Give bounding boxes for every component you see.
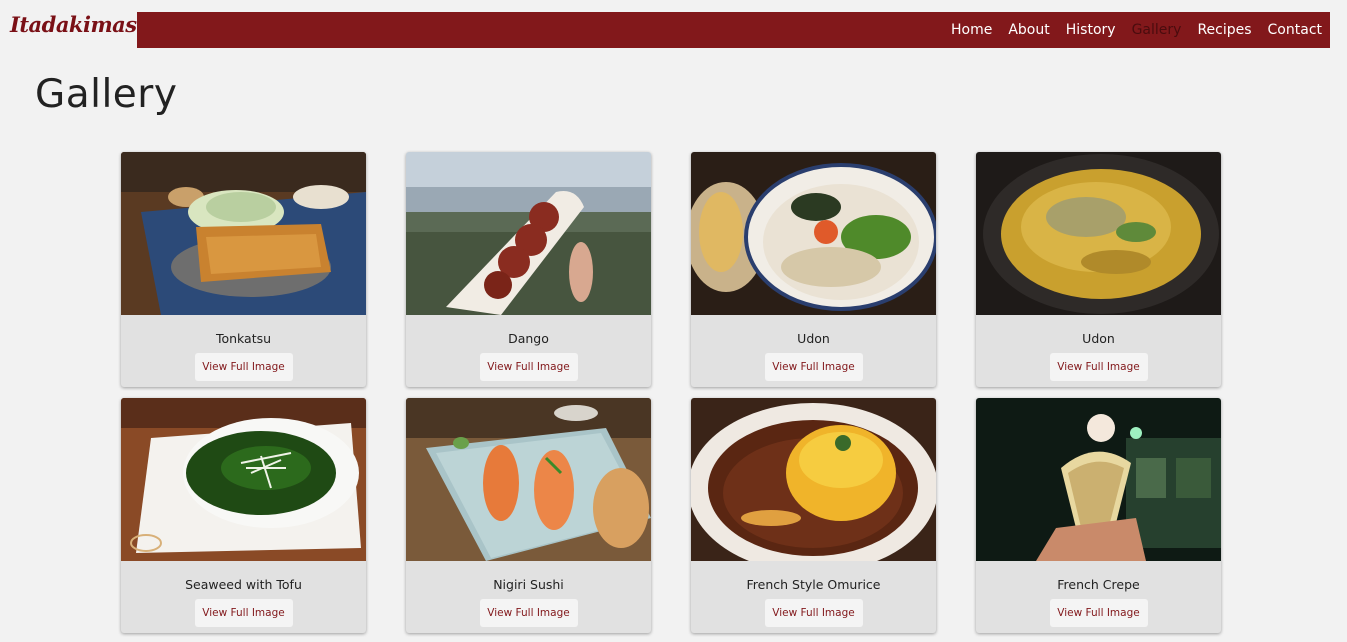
gallery-card: French Crepe View Full Image bbox=[976, 398, 1221, 633]
nav-contact[interactable]: Contact bbox=[1268, 22, 1322, 38]
nigiri-sushi-photo[interactable] bbox=[406, 398, 651, 561]
nav-recipes[interactable]: Recipes bbox=[1197, 22, 1251, 38]
view-full-image-button[interactable]: View Full Image bbox=[1049, 599, 1148, 627]
view-full-image-button[interactable]: View Full Image bbox=[479, 599, 578, 627]
card-caption: Udon bbox=[797, 331, 830, 346]
gallery-card: Seaweed with Tofu View Full Image bbox=[121, 398, 366, 633]
card-caption: Dango bbox=[508, 331, 549, 346]
navbar: Home About History Gallery Recipes Conta… bbox=[137, 12, 1330, 48]
page-title: Gallery bbox=[35, 72, 178, 117]
brand-logo[interactable]: Itadakimasu bbox=[10, 12, 152, 37]
nav-gallery[interactable]: Gallery bbox=[1132, 22, 1182, 38]
nav-home[interactable]: Home bbox=[951, 22, 992, 38]
view-full-image-button[interactable]: View Full Image bbox=[764, 353, 863, 381]
card-caption: Seaweed with Tofu bbox=[185, 577, 302, 592]
gallery-card: Udon View Full Image bbox=[976, 152, 1221, 387]
view-full-image-button[interactable]: View Full Image bbox=[1049, 353, 1148, 381]
seaweed-tofu-photo[interactable] bbox=[121, 398, 366, 561]
view-full-image-button[interactable]: View Full Image bbox=[764, 599, 863, 627]
card-caption: French Style Omurice bbox=[746, 577, 881, 592]
card-caption: Udon bbox=[1082, 331, 1115, 346]
view-full-image-button[interactable]: View Full Image bbox=[194, 599, 293, 627]
french-crepe-photo[interactable] bbox=[976, 398, 1221, 561]
nav-history[interactable]: History bbox=[1066, 22, 1116, 38]
card-caption: Nigiri Sushi bbox=[493, 577, 564, 592]
view-full-image-button[interactable]: View Full Image bbox=[194, 353, 293, 381]
card-caption: Tonkatsu bbox=[215, 331, 272, 346]
dango-photo[interactable] bbox=[406, 152, 651, 315]
view-full-image-button[interactable]: View Full Image bbox=[479, 353, 578, 381]
omurice-photo[interactable] bbox=[691, 398, 936, 561]
tonkatsu-photo[interactable] bbox=[121, 152, 366, 315]
gallery-card: Udon View Full Image bbox=[691, 152, 936, 387]
gallery-card: French Style Omurice View Full Image bbox=[691, 398, 936, 633]
gallery-grid: Tonkatsu View Full Image Dango View Full… bbox=[121, 152, 1221, 633]
udon-photo[interactable] bbox=[691, 152, 936, 315]
gallery-card: Tonkatsu View Full Image bbox=[121, 152, 366, 387]
gallery-card: Dango View Full Image bbox=[406, 152, 651, 387]
nav-about[interactable]: About bbox=[1008, 22, 1049, 38]
udon-bowl-photo[interactable] bbox=[976, 152, 1221, 315]
card-caption: French Crepe bbox=[1057, 577, 1140, 592]
gallery-card: Nigiri Sushi View Full Image bbox=[406, 398, 651, 633]
